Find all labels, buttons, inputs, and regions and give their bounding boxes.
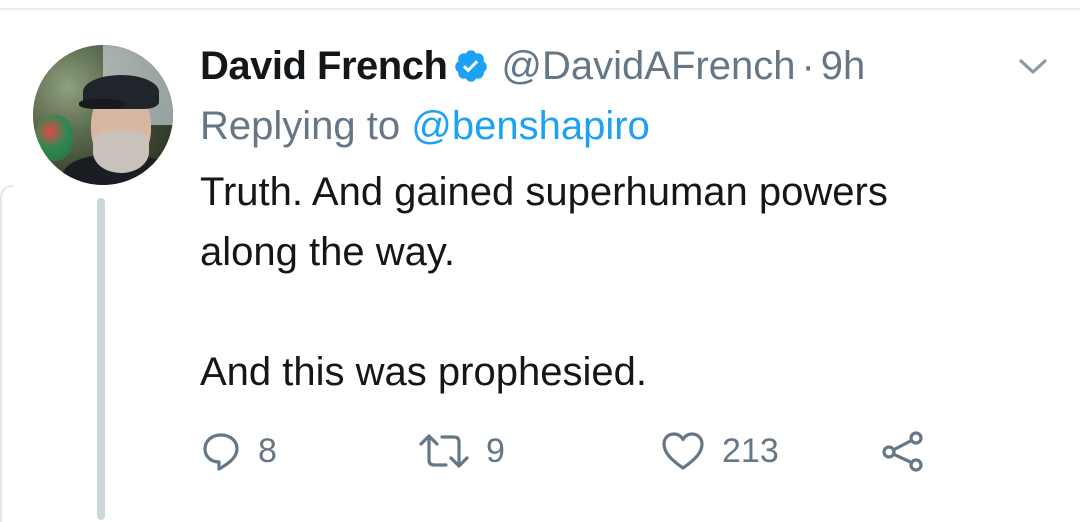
reply-button[interactable]: 8 xyxy=(200,428,277,474)
tweet-text-line: along the way. xyxy=(200,230,455,274)
reply-icon xyxy=(200,430,242,472)
like-button[interactable]: 213 xyxy=(660,428,779,474)
parent-card-edge xyxy=(0,185,14,522)
verified-badge-icon xyxy=(453,48,489,84)
retweet-button[interactable]: 9 xyxy=(418,428,505,474)
like-count: 213 xyxy=(722,431,779,470)
share-button[interactable] xyxy=(880,428,926,474)
author-name[interactable]: David French xyxy=(200,44,448,89)
like-icon xyxy=(660,430,706,472)
tweet-text-line: And this was prophesied. xyxy=(200,350,647,394)
retweet-icon xyxy=(418,430,470,472)
tweet-text-blank-line xyxy=(200,282,1060,342)
tweet-text: Truth. And gained superhuman powers alon… xyxy=(200,162,1060,402)
replying-to-label: Replying to xyxy=(200,104,401,148)
tweet-timestamp[interactable]: 9h xyxy=(821,44,866,89)
tweet-actions: 8 9 213 xyxy=(200,428,940,474)
reply-count: 8 xyxy=(258,431,277,470)
thread-line xyxy=(97,198,105,520)
chevron-down-icon[interactable] xyxy=(1015,55,1051,79)
author-handle[interactable]: @DavidAFrench xyxy=(501,44,795,89)
share-icon xyxy=(880,430,926,472)
replying-to-line: Replying to @benshapiro xyxy=(200,104,650,149)
avatar[interactable] xyxy=(33,45,173,185)
top-divider xyxy=(0,8,1080,10)
tweet-text-line: Truth. And gained superhuman powers xyxy=(200,170,888,214)
tweet-header: David French @DavidAFrench · 9h xyxy=(200,40,865,92)
retweet-count: 9 xyxy=(486,431,505,470)
separator-dot: · xyxy=(801,43,815,88)
replying-to-mention[interactable]: @benshapiro xyxy=(411,104,650,148)
